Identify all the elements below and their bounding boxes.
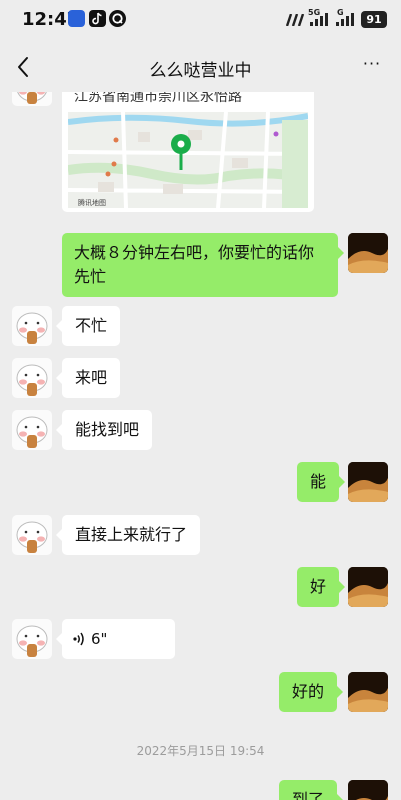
battery-icon: 91: [361, 11, 387, 28]
page-title: 么么哒营业中: [149, 61, 252, 81]
notification-app-icon: [68, 10, 85, 27]
signal-m-icon: [286, 14, 305, 26]
incoming-message[interactable]: 直接上来就行了: [55, 515, 201, 555]
outgoing-message[interactable]: 好: [297, 567, 346, 607]
voice-message[interactable]: 6": [56, 619, 175, 659]
outgoing-message[interactable]: 好的: [279, 672, 344, 712]
signal-bars-2-icon: [336, 12, 354, 26]
message-timestamp: 2022年5月15日 19:54: [136, 744, 265, 758]
map-attribution: 腾讯地图: [78, 199, 106, 207]
my-avatar[interactable]: [348, 567, 388, 607]
outgoing-message[interactable]: 大概８分钟左右吧，你要忙的话你先忙: [62, 233, 344, 297]
my-avatar[interactable]: [348, 233, 388, 273]
signal-bars-icon: [310, 12, 328, 26]
map-preview: [68, 112, 308, 208]
location-address: 江苏省南通市崇川区永怡路: [74, 92, 242, 105]
incoming-message[interactable]: 不忙: [55, 306, 121, 346]
location-message[interactable]: 江苏省南通市崇川区永怡路 腾讯地图: [62, 92, 314, 212]
outgoing-message[interactable]: 能: [297, 462, 346, 502]
contact-avatar[interactable]: [12, 515, 52, 555]
more-options-button[interactable]: ···: [357, 54, 387, 78]
status-bar: 12:47 5G G 91: [0, 0, 401, 42]
incoming-message[interactable]: 能找到吧: [55, 410, 153, 450]
contact-avatar[interactable]: [12, 358, 52, 398]
chat-header: 么么哒营业中 ···: [0, 42, 401, 92]
my-avatar[interactable]: [348, 672, 388, 712]
contact-avatar[interactable]: [12, 306, 52, 346]
my-avatar[interactable]: [348, 462, 388, 502]
chat-area[interactable]: 江苏省南通市崇川区永怡路 腾讯地图 大概８分钟左右吧，你要忙的话你先忙 不忙 来…: [0, 92, 401, 800]
app-q-icon: [109, 10, 126, 27]
my-avatar[interactable]: [348, 780, 388, 800]
contact-avatar[interactable]: [12, 410, 52, 450]
tiktok-icon: [89, 10, 106, 27]
voice-wave-icon: [73, 632, 84, 646]
contact-avatar[interactable]: [12, 92, 52, 106]
voice-duration: 6": [91, 630, 108, 648]
incoming-message[interactable]: 来吧: [55, 358, 121, 398]
contact-avatar[interactable]: [12, 619, 52, 659]
outgoing-message[interactable]: 到了: [279, 780, 344, 800]
